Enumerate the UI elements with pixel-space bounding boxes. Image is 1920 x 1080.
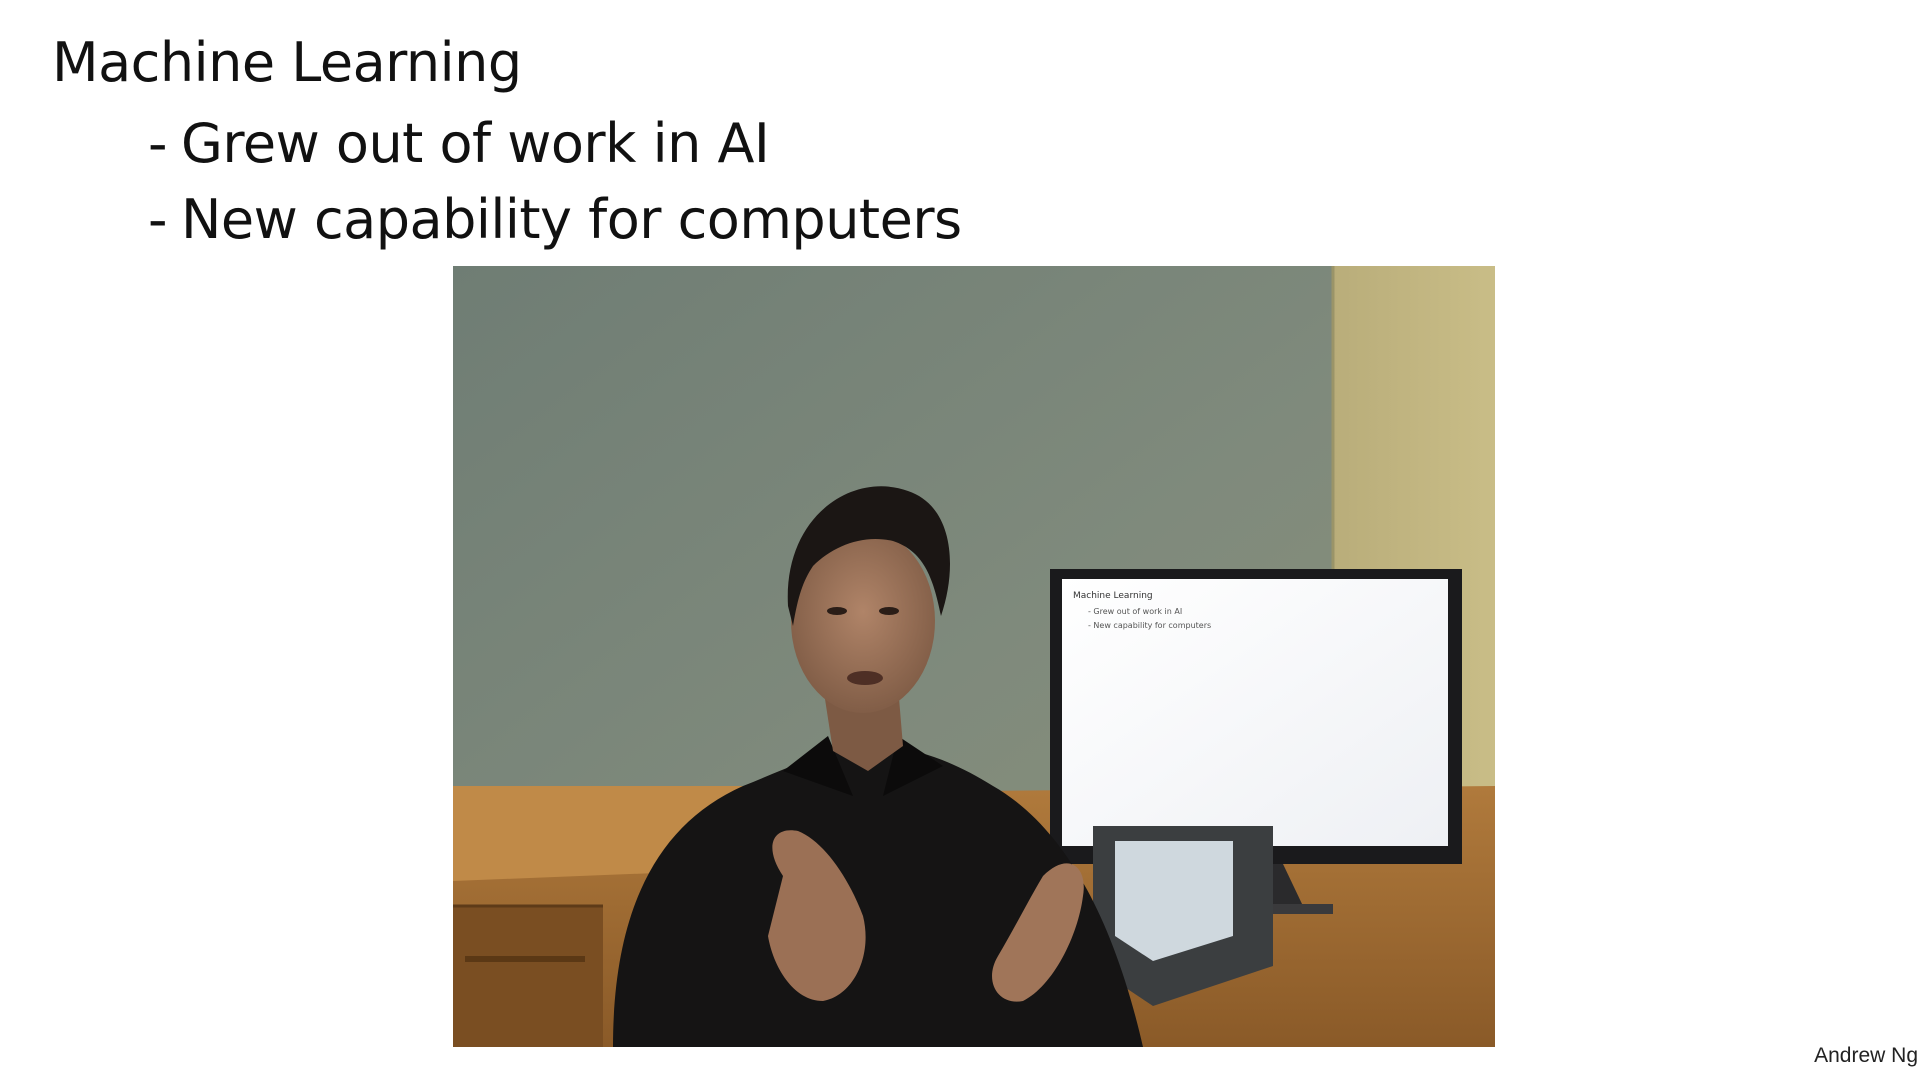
monitor-text-line: - New capability for computers xyxy=(1088,621,1211,630)
slide-title: Machine Learning xyxy=(52,31,522,94)
lecture-slide: Machine Learning - Grew out of work in AI… xyxy=(0,0,1920,1080)
bullet-dash: - xyxy=(148,112,168,175)
bullet-item: - New capability for computers xyxy=(148,182,962,258)
author-name: Andrew Ng xyxy=(1814,1044,1918,1067)
bullet-dash: - xyxy=(148,188,168,251)
monitor-text-line: Machine Learning xyxy=(1073,591,1153,601)
bullet-item: - Grew out of work in AI xyxy=(148,106,962,182)
bullet-text: Grew out of work in AI xyxy=(181,112,770,175)
monitor-text-line: - Grew out of work in AI xyxy=(1088,607,1182,616)
bullet-text: New capability for computers xyxy=(181,188,962,251)
bullet-list: - Grew out of work in AI - New capability … xyxy=(148,106,962,258)
lecturer-video-frame: Machine Learning - Grew out of work in A… xyxy=(453,266,1495,1047)
lecturer-video-image: Machine Learning - Grew out of work in A… xyxy=(453,266,1495,1047)
